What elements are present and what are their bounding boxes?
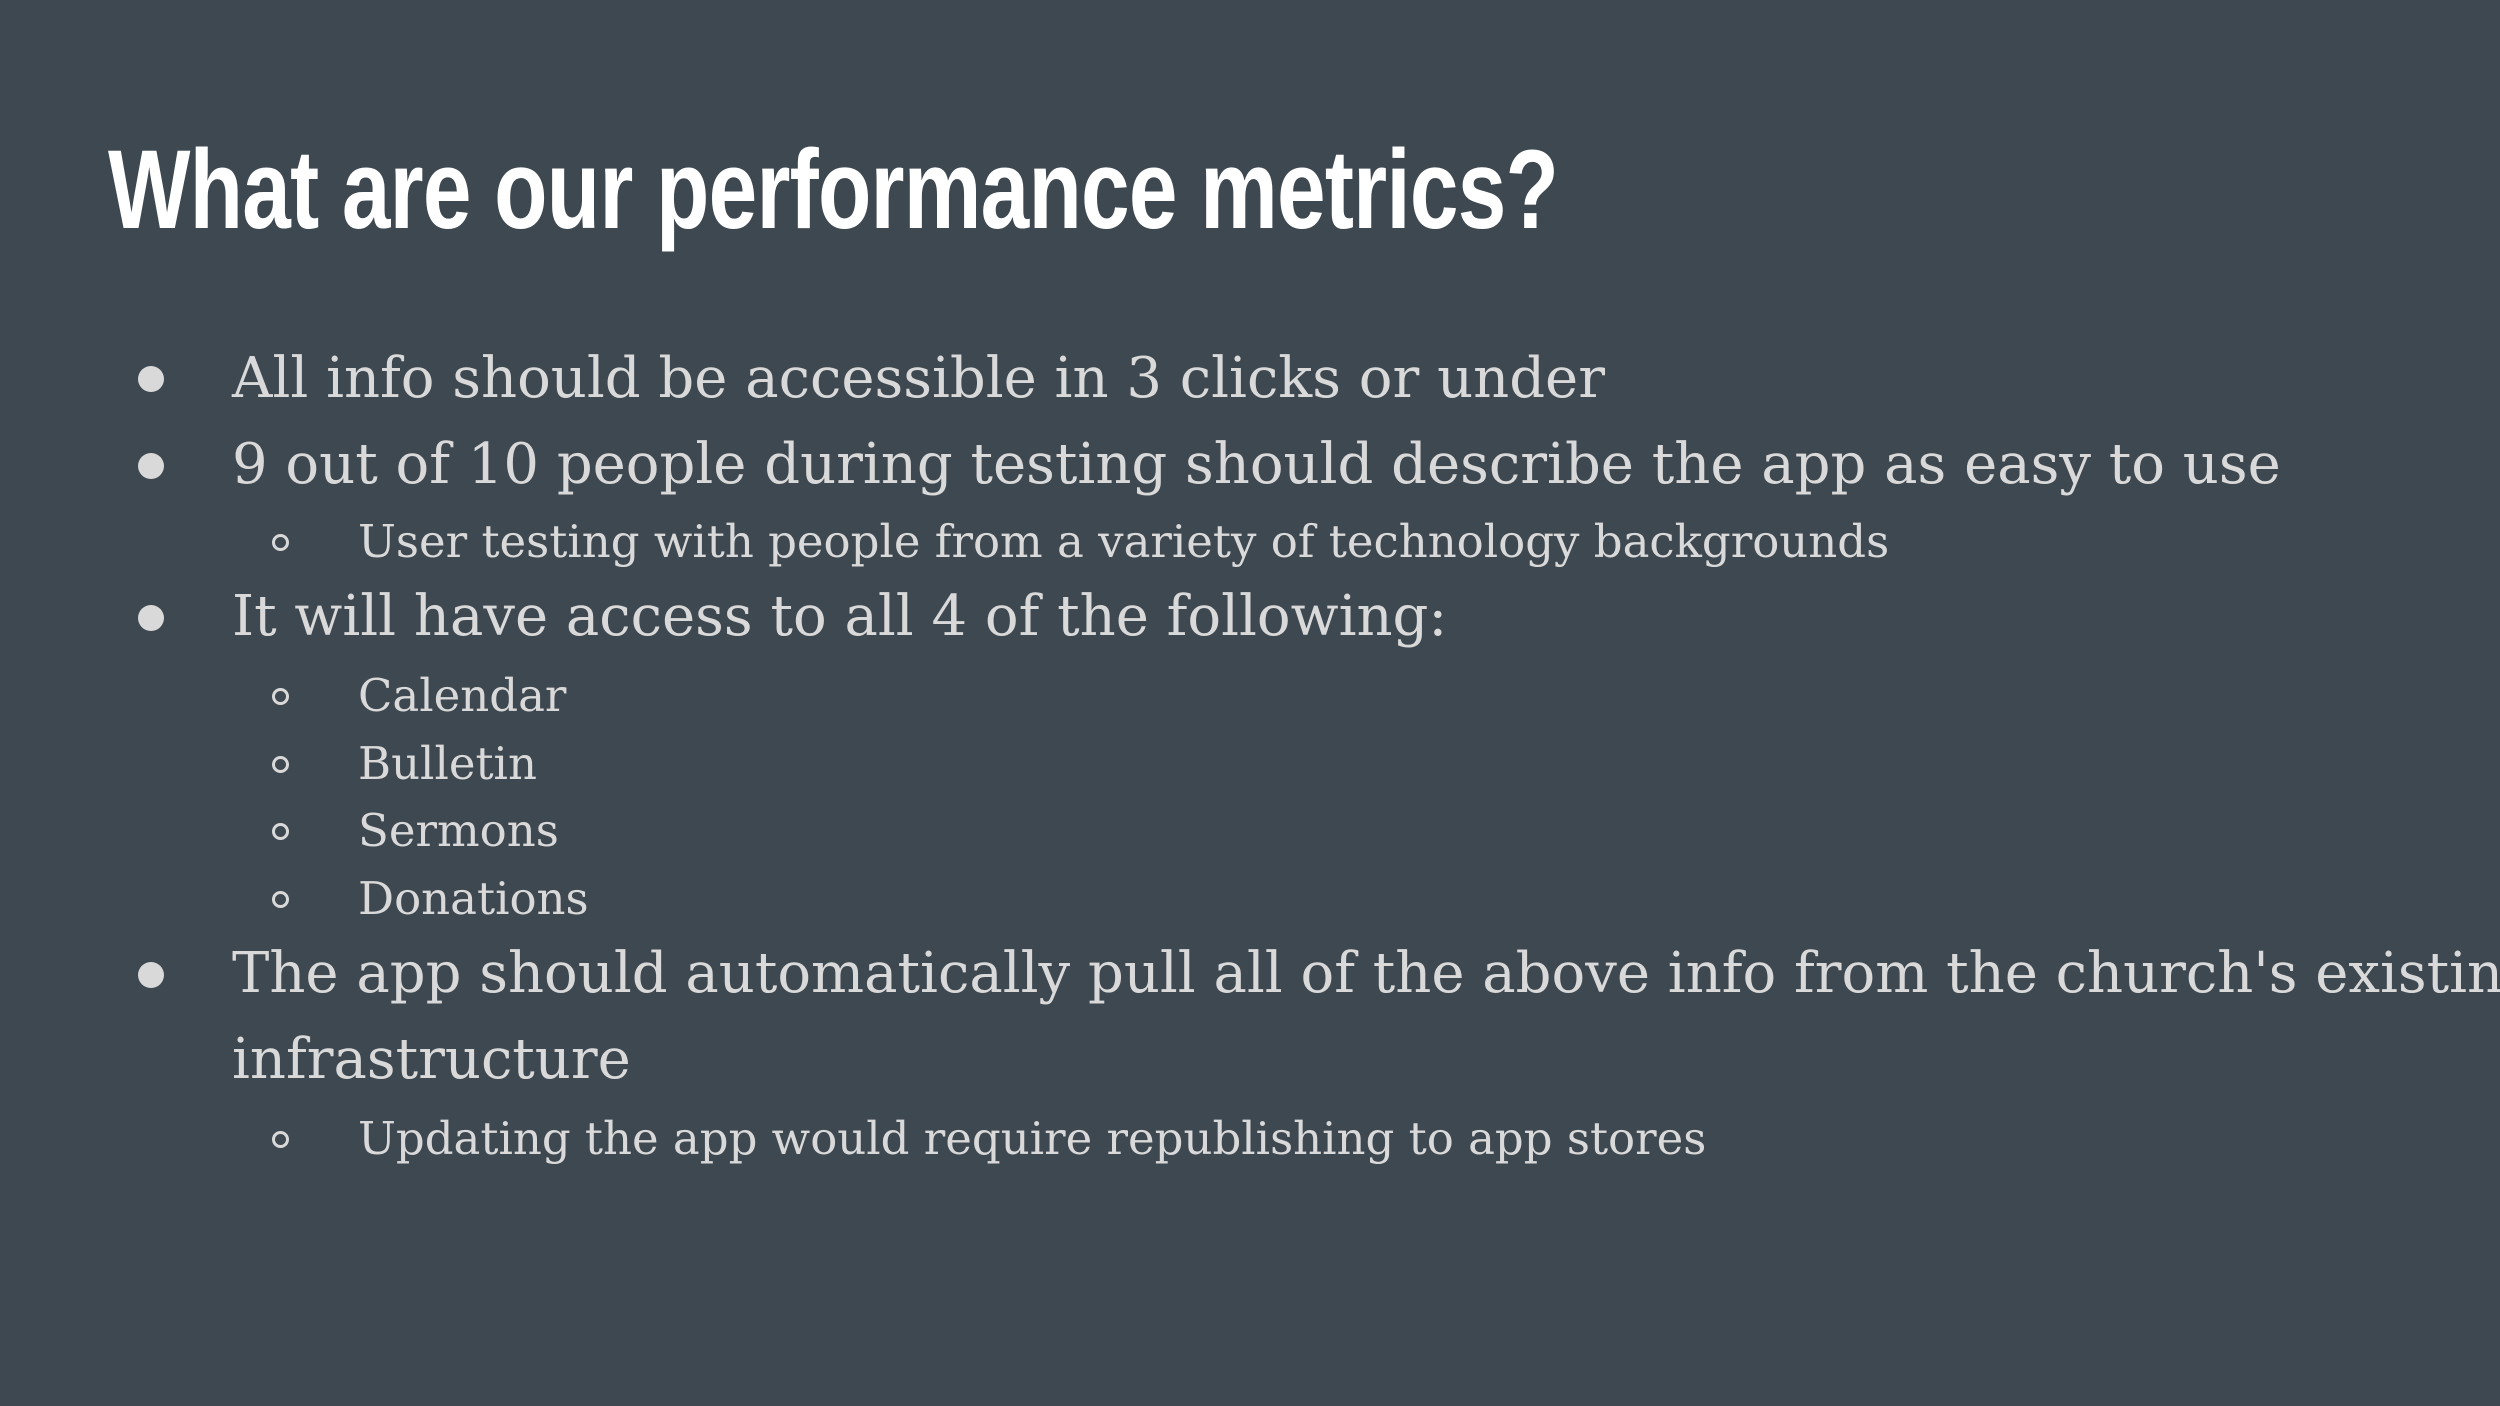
bullet-item-2: 9 out of 10 people during testing should…	[232, 432, 2281, 497]
filled-circle-bullet-icon	[138, 605, 164, 631]
slide: What are our performance metrics? All in…	[0, 0, 2500, 1406]
hollow-circle-bullet-icon	[272, 756, 289, 773]
filled-circle-bullet-icon	[138, 962, 164, 988]
sub-bullet-item: User testing with people from a variety …	[358, 515, 1890, 568]
hollow-circle-bullet-icon	[272, 823, 289, 840]
filled-circle-bullet-icon	[138, 366, 164, 392]
sub-bullet-item: Updating the app would require republish…	[358, 1112, 1707, 1165]
bullet-item-4-line-1: The app should automatically pull all of…	[232, 941, 2500, 1006]
bullet-item-4-line-2: infrastructure	[232, 1027, 631, 1092]
filled-circle-bullet-icon	[138, 453, 164, 479]
sub-bullet-item: Donations	[358, 872, 589, 925]
hollow-circle-bullet-icon	[272, 534, 289, 551]
bullet-list: All info should be accessible in 3 click…	[0, 0, 2500, 1406]
hollow-circle-bullet-icon	[272, 688, 289, 705]
bullet-item-1: All info should be accessible in 3 click…	[232, 346, 1605, 411]
hollow-circle-bullet-icon	[272, 891, 289, 908]
hollow-circle-bullet-icon	[272, 1131, 289, 1148]
sub-bullet-item: Bulletin	[358, 737, 537, 790]
bullet-item-3: It will have access to all 4 of the foll…	[232, 584, 1448, 649]
sub-bullet-item: Sermons	[358, 804, 559, 857]
sub-bullet-item: Calendar	[358, 669, 567, 722]
